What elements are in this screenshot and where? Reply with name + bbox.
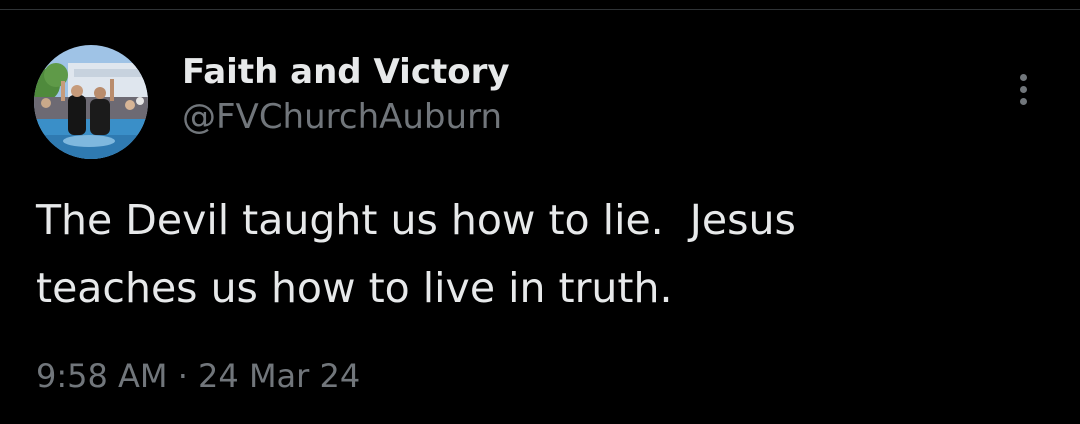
tweet-time: 9:58 AM: [36, 357, 168, 395]
tweet-date: 24 Mar 24: [198, 357, 361, 395]
author-display-name[interactable]: Faith and Victory: [182, 50, 510, 94]
tweet-text-line-1: The Devil taught us how to lie. Jesus: [36, 196, 796, 244]
top-divider: [0, 9, 1080, 10]
more-options-button[interactable]: [1004, 68, 1042, 110]
more-options-dot: [1019, 85, 1027, 93]
tweet-text: The Devil taught us how to lie. Jesus te…: [36, 186, 1046, 322]
avatar[interactable]: [34, 45, 148, 159]
author-handle[interactable]: @FVChurchAuburn: [182, 94, 510, 140]
meta-separator: ·: [177, 357, 188, 395]
tweet-header: Faith and Victory @FVChurchAuburn: [182, 50, 510, 140]
more-options-dot: [1019, 97, 1027, 105]
tweet-timestamp[interactable]: 9:58 AM · 24 Mar 24: [36, 352, 360, 400]
more-options-icon: [1019, 73, 1027, 81]
tweet-text-line-2: teaches us how to live in truth.: [36, 264, 673, 312]
profile-photo-icon: [34, 45, 148, 159]
